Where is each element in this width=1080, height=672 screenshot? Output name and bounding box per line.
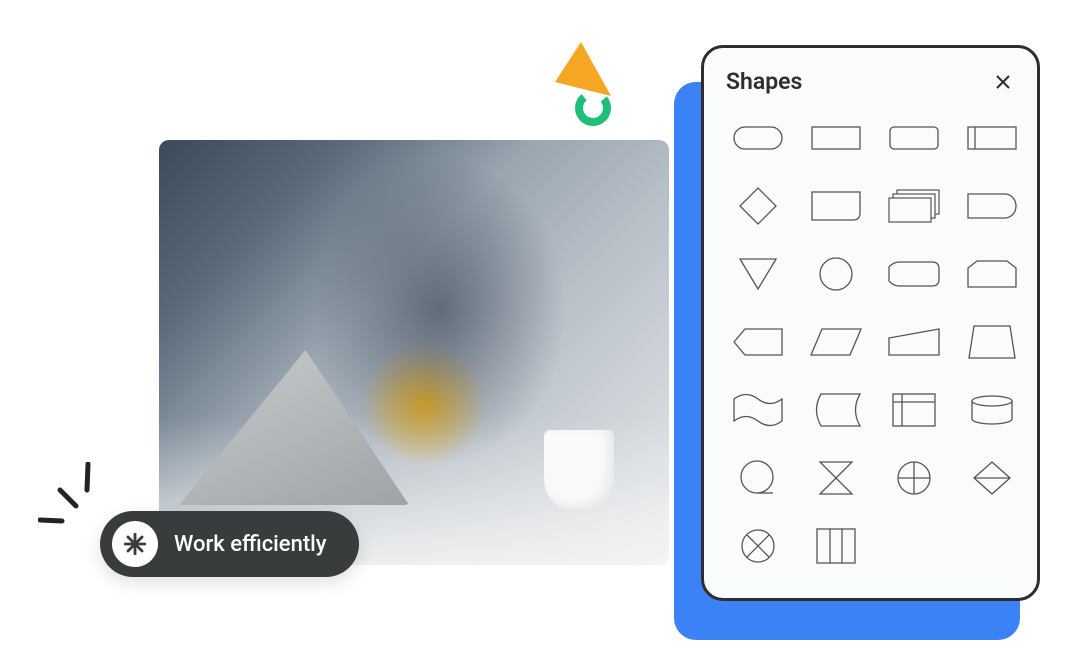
shape-extract[interactable] (730, 255, 786, 293)
shape-or-gate[interactable] (886, 459, 942, 497)
shape-predefined-process[interactable] (964, 119, 1020, 157)
close-button[interactable] (991, 70, 1015, 94)
shape-tag-left[interactable] (730, 323, 786, 361)
shape-process[interactable] (808, 119, 864, 157)
cup-silhouette (544, 430, 614, 510)
shape-sort[interactable] (964, 459, 1020, 497)
shape-database[interactable] (964, 391, 1020, 429)
panel-title: Shapes (726, 68, 802, 95)
shape-collate[interactable] (808, 459, 864, 497)
shape-display[interactable] (886, 255, 942, 293)
spark-lines-icon (38, 462, 100, 528)
shape-decision[interactable] (730, 187, 786, 225)
shape-internal-columns[interactable] (808, 527, 864, 565)
feature-chip-label: Work efficiently (174, 532, 327, 557)
close-icon (995, 74, 1011, 90)
laptop-silhouette (179, 350, 409, 505)
shape-terminator[interactable] (730, 119, 786, 157)
shapes-panel: Shapes (701, 45, 1040, 601)
shape-manual-operation[interactable] (886, 323, 942, 361)
shape-punched-tape[interactable] (730, 391, 786, 429)
shape-direct-data[interactable] (964, 187, 1020, 225)
shape-card[interactable] (808, 187, 864, 225)
shape-data[interactable] (808, 323, 864, 361)
shapes-grid (726, 113, 1015, 571)
panel-header: Shapes (726, 68, 1015, 95)
feature-chip: Work efficiently (100, 511, 359, 577)
shape-stored-data[interactable] (808, 391, 864, 429)
hero-photo (159, 140, 669, 565)
shape-trapezoid[interactable] (964, 323, 1020, 361)
shape-connector[interactable] (808, 255, 864, 293)
shape-multi-document[interactable] (886, 187, 942, 225)
shape-internal-storage[interactable] (886, 391, 942, 429)
shape-rounded-rect[interactable] (886, 119, 942, 157)
shape-sequential-access[interactable] (730, 459, 786, 497)
arrow-decoration (555, 38, 625, 128)
shape-off-page[interactable] (964, 255, 1020, 293)
shape-summing-junction[interactable] (730, 527, 786, 565)
asterisk-icon (112, 521, 158, 567)
